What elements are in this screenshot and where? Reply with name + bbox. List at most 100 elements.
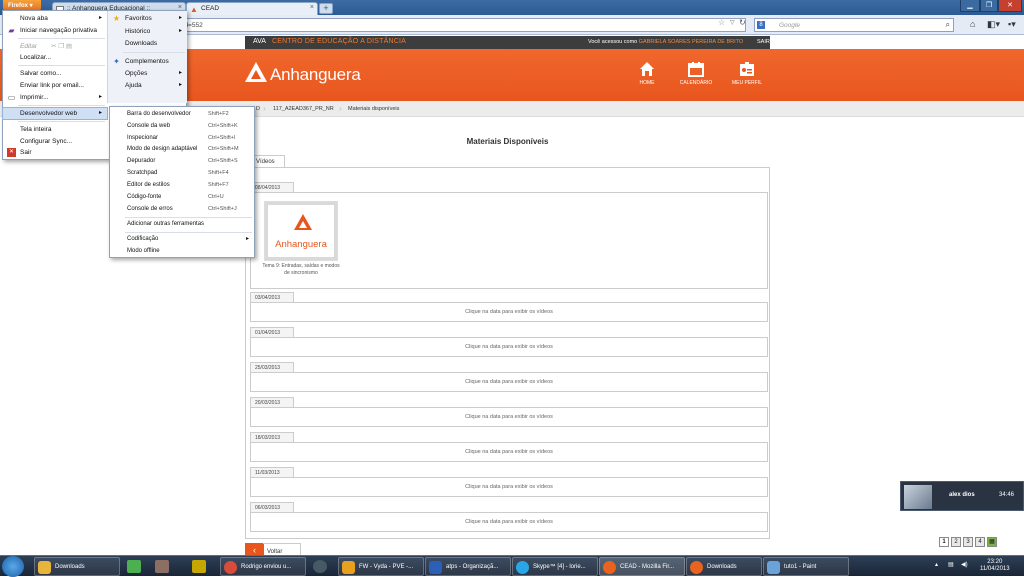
page-button[interactable]: 1 (939, 537, 949, 547)
menu-item-find[interactable]: Localizar... (3, 52, 107, 63)
nav-calendar[interactable]: CALENDÁRIO (676, 61, 716, 86)
submenu-item[interactable]: Modo de design adaptável Ctrl+Shift+M (110, 144, 254, 155)
volume-icon[interactable]: ◀) (961, 561, 968, 568)
menu-item-bookmarks[interactable]: ★ Favoritos ▸ (108, 13, 187, 24)
submenu-item[interactable]: Adicionar outras ferramentas (110, 219, 254, 230)
chat-notification[interactable]: alex dios 34:46 (900, 481, 1024, 511)
search-input[interactable]: 8 Google ⌕ (754, 18, 954, 32)
submenu-item[interactable]: Barra do desenvolvedor Shift+F2 (110, 109, 254, 120)
thumbnail-logo-text: Anhanguera (275, 239, 327, 250)
breadcrumb-item[interactable]: 117_A2EAD367_PR_NR (273, 106, 334, 112)
menu-item-new-tab[interactable]: Nova aba ▸ (3, 13, 107, 24)
tray-arrow-icon[interactable]: ▴ (935, 561, 938, 568)
clock[interactable]: 23:20 11/04/2013 (980, 559, 1010, 573)
page-button[interactable]: 3 (963, 537, 973, 547)
anhanguera-logo-icon[interactable] (244, 61, 268, 83)
date-tab[interactable]: 08/04/2013 (250, 182, 294, 192)
taskbar-pinned[interactable] (307, 557, 333, 576)
date-box[interactable]: Clique na data para exibir os vídeos (250, 442, 768, 462)
search-engine-icon[interactable]: 8 (757, 21, 765, 29)
nav-profile[interactable]: MEU PERFIL (727, 61, 767, 86)
date-box[interactable]: Clique na data para exibir os vídeos (250, 512, 768, 532)
menu-item-save-as[interactable]: Salvar como... (3, 68, 107, 79)
submenu-item[interactable]: Editor de estilos Shift+F7 (110, 180, 254, 191)
submenu-item[interactable]: Scratchpad Shift+F4 (110, 168, 254, 179)
submenu-item[interactable]: Codificação ▸ (110, 234, 254, 245)
exit-icon: ✕ (7, 148, 16, 157)
date-box[interactable]: Clique na data para exibir os vídeos (250, 302, 768, 322)
search-icon[interactable]: ⌕ (946, 20, 950, 30)
taskbar-item[interactable]: Rodrigo enviou u... (220, 557, 306, 576)
date-tab[interactable]: 01/04/2013 (250, 327, 294, 337)
menu-item-downloads[interactable]: Downloads (108, 38, 187, 49)
date-tab[interactable]: 20/03/2013 (250, 397, 294, 407)
submenu-item[interactable]: Código-fonte Ctrl+U (110, 192, 254, 203)
menu-item-print[interactable]: ▭ Imprimir... ▸ (3, 92, 107, 103)
bookmark-star-icon[interactable]: ☆ (718, 18, 725, 27)
taskbar-item[interactable]: tuto1 - Paint (763, 557, 849, 576)
date-box[interactable]: Clique na data para exibir os vídeos (250, 372, 768, 392)
taskbar-pinned[interactable] (186, 557, 212, 576)
menu-item-history[interactable]: Histórico ▸ (108, 26, 187, 37)
mail-icon (342, 561, 355, 574)
close-icon[interactable]: × (310, 4, 314, 11)
minimize-button[interactable]: ▁ (960, 0, 980, 12)
submenu-item[interactable]: Console de erros Ctrl+Shift+J (110, 204, 254, 215)
nav-home[interactable]: HOME (627, 61, 667, 86)
submenu-item[interactable]: Inspecionar Ctrl+Shift+I (110, 133, 254, 144)
new-tab-button[interactable]: + (319, 3, 333, 14)
page-button[interactable]: 2 (951, 537, 961, 547)
menu-item-options[interactable]: Opções ▸ (108, 68, 187, 79)
taskbar-item[interactable]: FW - Vyda - PVE -... (338, 557, 424, 576)
maximize-button[interactable]: ❐ (980, 0, 998, 12)
submenu-item[interactable]: Depurador Ctrl+Shift+S (110, 156, 254, 167)
page-button[interactable]: 4 (975, 537, 985, 547)
addon-icon[interactable]: ◧▾ (987, 19, 1000, 30)
menu-separator (18, 105, 105, 106)
taskbar-pinned[interactable] (149, 557, 175, 576)
date-box[interactable]: Clique na data para exibir os vídeos (250, 407, 768, 427)
menu-item-private-browsing[interactable]: ▰ Iniciar navegação privativa (3, 25, 107, 36)
taskbar-item[interactable]: Downloads (686, 557, 762, 576)
close-window-button[interactable]: ✕ (998, 0, 1022, 12)
menu-item-sync[interactable]: Configurar Sync... (3, 136, 107, 147)
date-tab[interactable]: 18/03/2013 (250, 432, 294, 442)
date-tab[interactable]: 25/03/2013 (250, 362, 294, 372)
date-box[interactable]: Clique na data para exibir os vídeos (250, 477, 768, 497)
date-tab[interactable]: 06/03/2013 (250, 502, 294, 512)
grid-view-icon[interactable]: ▦ (987, 537, 997, 547)
site-logo-text[interactable]: Anhanguera (270, 65, 361, 85)
date-tab[interactable]: 03/04/2013 (250, 292, 294, 302)
submenu-item[interactable]: Modo offline (110, 246, 254, 257)
reload-icon[interactable]: ↻ (739, 18, 746, 27)
game-icon (192, 560, 206, 573)
video-caption[interactable]: Tema 9: Entradas, saídas e modos de sinc… (259, 263, 343, 277)
breadcrumb-item[interactable]: D (256, 106, 260, 112)
page-title: Materiais Disponíveis (466, 137, 549, 146)
home-icon[interactable]: ⌂ (970, 19, 975, 29)
url-bar[interactable]: id=552 (178, 18, 746, 32)
submenu-item[interactable]: Console da web Ctrl+Shift+K (110, 121, 254, 132)
tab-cead[interactable]: ▲ CEAD × (186, 2, 318, 15)
taskbar-pinned[interactable] (121, 557, 147, 576)
menu-item-web-developer[interactable]: Desenvolvedor web ▸ (2, 107, 108, 120)
logout-link[interactable]: SAIR (757, 39, 770, 45)
menu-icon[interactable]: ▪▾ (1008, 19, 1016, 30)
menu-item-exit[interactable]: ✕ Sair (3, 147, 107, 158)
taskbar-item[interactable]: Skype™ [4] - lorie... (512, 557, 598, 576)
taskbar-item-active[interactable]: CEAD - Mozilla Fir... (599, 557, 685, 576)
chevron-right-icon: › (263, 104, 266, 113)
date-tab[interactable]: 11/03/2013 (250, 467, 294, 477)
menu-item-fullscreen[interactable]: Tela inteira (3, 124, 107, 135)
menu-item-addons[interactable]: ✦ Complementos (108, 56, 187, 67)
taskbar-item[interactable]: Downloads (34, 557, 120, 576)
menu-item-help[interactable]: Ajuda ▸ (108, 80, 187, 91)
start-button[interactable] (2, 556, 24, 577)
dropdown-icon[interactable]: ▽ (730, 19, 735, 26)
date-box[interactable]: Clique na data para exibir os vídeos (250, 337, 768, 357)
video-thumbnail[interactable]: Anhanguera (264, 201, 338, 261)
taskbar-item[interactable]: atps - Organizaçã... (425, 557, 511, 576)
menu-item-send-link[interactable]: Enviar link por email... (3, 80, 107, 91)
ava-topbar: AVA CENTRO DE EDUCAÇÃO A DISTÂNCIA Você … (245, 36, 770, 49)
network-icon[interactable]: ▤ (948, 561, 954, 568)
